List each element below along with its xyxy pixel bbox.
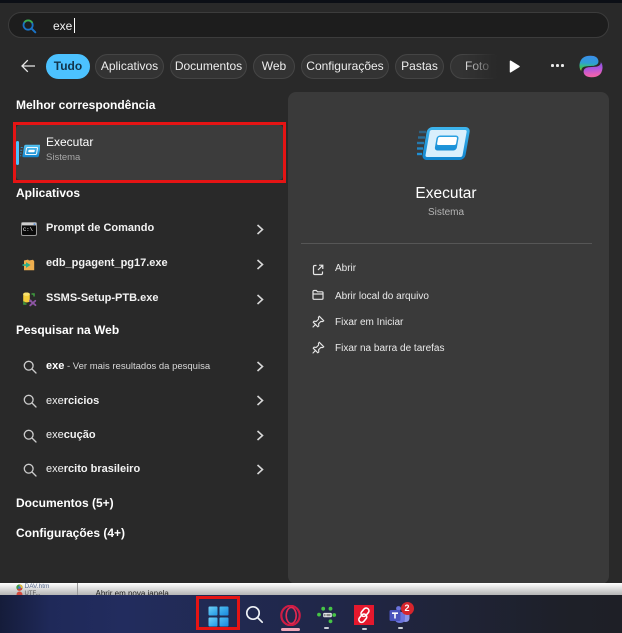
svg-text:C:\: C:\ — [23, 226, 33, 233]
